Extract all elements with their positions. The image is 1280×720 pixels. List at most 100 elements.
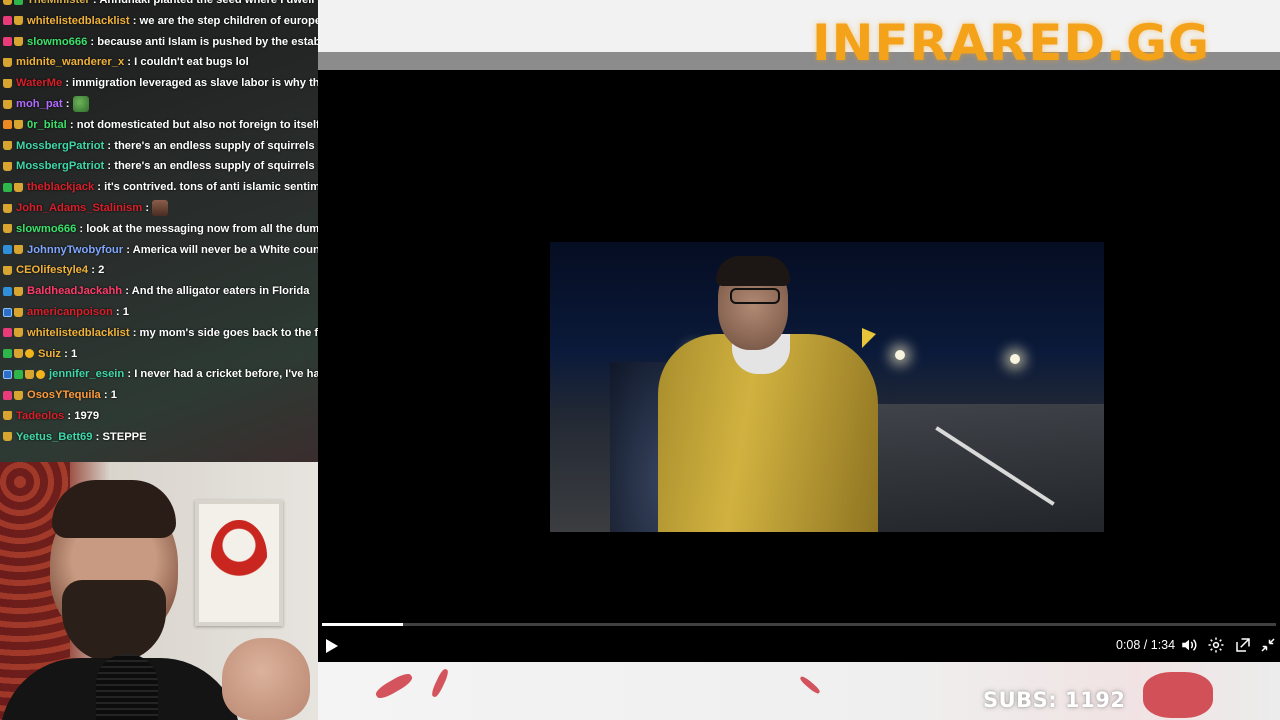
- video-person-glasses: [730, 288, 780, 304]
- paint-splatter: [373, 670, 415, 702]
- chat-username[interactable]: MossbergPatriot: [16, 160, 104, 172]
- chat-username[interactable]: John_Adams_Stalinism: [16, 202, 142, 214]
- chat-username[interactable]: CEOlifestyle4: [16, 264, 88, 276]
- chat-message: WaterMe : immigration leveraged as slave…: [0, 73, 318, 94]
- crown-badge-icon: [14, 307, 23, 317]
- chat-message: Yeetus_Bett69 : STEPPE: [0, 427, 318, 448]
- webcam-poster: [195, 500, 283, 626]
- chat-message-text: we are the step children of europe: [139, 14, 318, 27]
- chat-message: slowmo666 : look at the messaging now fr…: [0, 219, 318, 240]
- chat-username[interactable]: 0r_bital: [27, 119, 67, 131]
- chat-message-text: because anti Islam is pushed by the esta…: [97, 35, 318, 48]
- chat-message: midnite_wanderer_x : I couldn't eat bugs…: [0, 52, 318, 73]
- chat-message: OsosYTequila : 1: [0, 385, 318, 406]
- blue-badge-icon: [3, 245, 12, 255]
- crown-badge-icon: [14, 120, 23, 130]
- crown-badge-icon: [14, 182, 23, 192]
- pink-badge-icon: [3, 328, 12, 338]
- crown-badge-icon: [3, 432, 12, 442]
- popout-icon[interactable]: [1234, 636, 1252, 654]
- chat-message-text: 2: [98, 264, 105, 277]
- orange-badge-icon: [3, 120, 12, 130]
- video-person-hair: [716, 256, 790, 286]
- chat-message-text: STEPPE: [102, 430, 147, 443]
- chat-message-text: not domesticated but also not foreign to…: [76, 118, 318, 131]
- crown-badge-icon: [14, 37, 23, 47]
- play-icon[interactable]: [326, 639, 338, 653]
- chat-username[interactable]: Suiz: [38, 348, 61, 360]
- video-light: [1010, 354, 1020, 364]
- chat-username[interactable]: slowmo666: [16, 223, 76, 235]
- chat-message-text: I never had a cricket before, I've had s: [134, 368, 318, 381]
- crown-badge-icon: [3, 161, 12, 171]
- chat-username[interactable]: BaldheadJackahh: [27, 285, 122, 297]
- chat-username[interactable]: Yeetus_Bett69: [16, 431, 93, 443]
- volume-icon[interactable]: [1180, 636, 1198, 654]
- chat-message-list: TheMinister : Annunaki planted the seed …: [0, 0, 318, 448]
- crown-badge-icon: [3, 0, 12, 5]
- exit-fullscreen-icon[interactable]: [1259, 636, 1277, 654]
- chat-username[interactable]: WaterMe: [16, 77, 62, 89]
- blue-badge-icon: [3, 286, 12, 296]
- pepe-emote-icon: [72, 96, 89, 113]
- chat-message: jennifer_esein : I never had a cricket b…: [0, 364, 318, 385]
- chat-message: TheMinister : Annunaki planted the seed …: [0, 0, 318, 11]
- chat-message-text: 1: [122, 305, 129, 318]
- crown-badge-icon: [3, 141, 12, 151]
- crown-badge-icon: [14, 390, 23, 400]
- green-badge-icon: [14, 0, 23, 5]
- chat-message-text: I couldn't eat bugs lol: [134, 56, 249, 69]
- chat-username[interactable]: jennifer_esein: [49, 368, 124, 380]
- progress-fill: [322, 623, 404, 626]
- chat-message-text: there's an endless supply of squirrels a…: [114, 139, 318, 152]
- pink-badge-icon: [3, 390, 12, 400]
- chat-message: 0r_bital : not domesticated but also not…: [0, 115, 318, 136]
- chat-username[interactable]: JohnnyTwobyfour: [27, 244, 123, 256]
- crown-badge-icon: [3, 57, 12, 67]
- blueframe-badge-icon: [3, 369, 12, 379]
- chat-message-text: 1: [110, 389, 117, 402]
- chat-username[interactable]: midnite_wanderer_x: [16, 56, 124, 68]
- chat-username[interactable]: MossbergPatriot: [16, 140, 104, 152]
- blueframe-badge-icon: [3, 307, 12, 317]
- time-display: 0:08 / 1:34: [1116, 638, 1176, 652]
- chat-username[interactable]: whitelistedblacklist: [27, 15, 130, 27]
- pink-badge-icon: [3, 37, 12, 47]
- green-badge-icon: [14, 369, 23, 379]
- streamer-hand: [222, 638, 310, 720]
- chat-username[interactable]: theblackjack: [27, 181, 94, 193]
- video-player[interactable]: 0:08 / 1:34: [318, 70, 1280, 662]
- video-light: [895, 350, 905, 360]
- chat-username[interactable]: americanpoison: [27, 306, 113, 318]
- crown-badge-icon: [14, 328, 23, 338]
- crown-badge-icon: [14, 286, 23, 296]
- gear-icon[interactable]: [1207, 636, 1225, 654]
- brand-logo: INFRARED.GG: [812, 14, 1211, 72]
- chat-username[interactable]: whitelistedblacklist: [27, 327, 130, 339]
- bottom-banner: SUBS: 1192: [318, 662, 1280, 720]
- chat-overlay: TheMinister : Annunaki planted the seed …: [0, 0, 318, 462]
- chat-message-text: there's an endless supply of squirrels a…: [114, 160, 318, 173]
- chat-username[interactable]: OsosYTequila: [27, 389, 101, 401]
- chat-username[interactable]: slowmo666: [27, 36, 87, 48]
- crown-badge-icon: [3, 78, 12, 88]
- chat-message: MossbergPatriot : there's an endless sup…: [0, 156, 318, 177]
- chat-message-text: America will never be a White country: [132, 243, 318, 256]
- crown-badge-icon: [3, 99, 12, 109]
- crown-badge-icon: [14, 16, 23, 26]
- chat-message: theblackjack : it's contrived. tons of a…: [0, 177, 318, 198]
- streamer-hair: [52, 480, 176, 538]
- crown-badge-icon: [14, 349, 23, 359]
- chat-message: CEOlifestyle4 : 2: [0, 260, 318, 281]
- chat-message-text: immigration leveraged as slave labor is …: [72, 77, 318, 90]
- progress-bar[interactable]: [322, 623, 1276, 626]
- chat-username[interactable]: moh_pat: [16, 98, 63, 110]
- chat-username[interactable]: TheMinister: [27, 0, 90, 6]
- paint-splatter: [1143, 672, 1213, 718]
- chat-message: whitelistedblacklist : we are the step c…: [0, 11, 318, 32]
- chat-message-text: Annunaki planted the seed where I dwell: [99, 0, 315, 6]
- chat-username[interactable]: Tadeolos: [16, 410, 64, 422]
- crown-badge-icon: [14, 245, 23, 255]
- crown-badge-icon: [3, 411, 12, 421]
- subscriber-count: SUBS: 1192: [983, 688, 1126, 712]
